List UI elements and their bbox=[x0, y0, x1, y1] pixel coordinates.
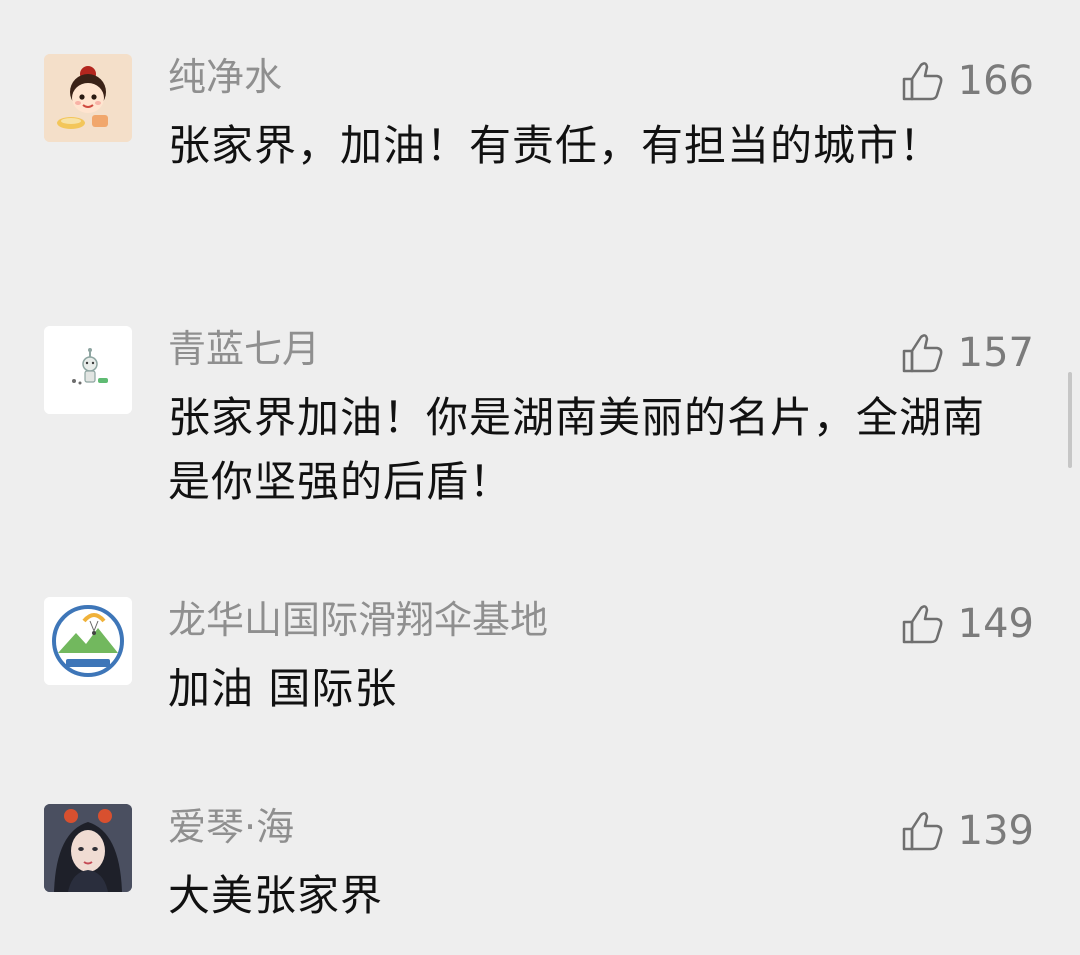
avatar[interactable] bbox=[44, 326, 132, 414]
comment-nickname[interactable]: 龙华山国际滑翔伞基地 bbox=[168, 597, 548, 643]
paragliding-logo-avatar-icon bbox=[44, 597, 132, 685]
cartoon-girl-avatar-icon bbox=[44, 54, 132, 142]
thumbs-up-icon bbox=[902, 812, 943, 851]
avatar[interactable] bbox=[44, 804, 132, 892]
comment-item: 纯净水 166 张家界，加油！有责任，有担当的城市！ bbox=[0, 54, 1080, 244]
thumbs-up-icon bbox=[902, 334, 943, 373]
comment-text: 大美张家界 bbox=[168, 871, 384, 920]
like-button[interactable]: 157 bbox=[902, 330, 1034, 376]
comment-text: 加油 国际张 bbox=[168, 664, 398, 713]
thumbs-up-icon bbox=[902, 605, 943, 644]
comment-item: 龙华山国际滑翔伞基地 149 加油 国际张 bbox=[0, 597, 1080, 717]
comment-nickname[interactable]: 爱琴·海 bbox=[168, 804, 294, 850]
thumbs-up-icon bbox=[902, 62, 943, 101]
comment-list: 纯净水 166 张家界，加油！有责任，有担当的城市！ 青蓝七月 157 张家界加… bbox=[0, 0, 1080, 955]
robot-avatar-icon bbox=[44, 326, 132, 414]
avatar[interactable] bbox=[44, 54, 132, 142]
like-button[interactable]: 166 bbox=[902, 58, 1034, 104]
comment-nickname[interactable]: 青蓝七月 bbox=[168, 326, 320, 372]
like-count: 139 bbox=[957, 808, 1034, 854]
scrollbar[interactable] bbox=[1068, 372, 1072, 468]
comment-text: 张家界，加油！有责任，有担当的城市！ bbox=[168, 121, 943, 170]
comment-item: 爱琴·海 139 大美张家界 bbox=[0, 804, 1080, 924]
comment-item: 青蓝七月 157 张家界加油！你是湖南美丽的名片，全湖南是你坚强的后盾！ bbox=[0, 326, 1080, 516]
like-button[interactable]: 149 bbox=[902, 601, 1034, 647]
comment-nickname[interactable]: 纯净水 bbox=[168, 54, 282, 100]
avatar[interactable] bbox=[44, 597, 132, 685]
like-button[interactable]: 139 bbox=[902, 808, 1034, 854]
like-count: 149 bbox=[957, 601, 1034, 647]
illustrated-woman-avatar-icon bbox=[44, 804, 132, 892]
like-count: 157 bbox=[957, 330, 1034, 376]
comment-text: 张家界加油！你是湖南美丽的名片，全湖南是你坚强的后盾！ bbox=[168, 393, 986, 506]
like-count: 166 bbox=[957, 58, 1034, 104]
